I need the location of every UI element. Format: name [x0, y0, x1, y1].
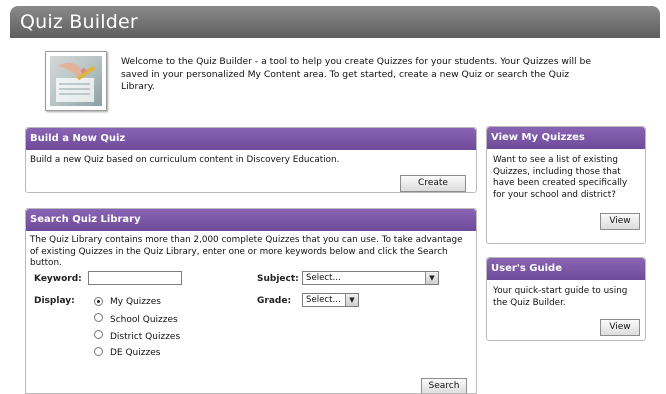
radio-school-quizzes[interactable] [94, 313, 103, 322]
view-quizzes-panel: View My Quizzes Want to see a list of ex… [486, 126, 646, 244]
users-guide-view-button[interactable]: View [600, 319, 640, 336]
chevron-down-icon: ▼ [425, 272, 438, 284]
build-quiz-description: Build a new Quiz based on curriculum con… [30, 155, 340, 165]
grade-label: Grade: [257, 296, 292, 306]
radio-label-district-quizzes: District Quizzes [110, 332, 181, 342]
page-title: Quiz Builder [20, 11, 138, 33]
subject-label: Subject: [257, 274, 299, 284]
users-guide-description: Your quick-start guide to using the Quiz… [493, 286, 628, 308]
app-header: Quiz Builder [10, 6, 660, 38]
create-new-button[interactable]: Create New [400, 175, 466, 192]
radio-label-school-quizzes: School Quizzes [110, 315, 178, 325]
display-label: Display: [34, 296, 75, 306]
keyword-label: Keyword: [34, 274, 82, 284]
welcome-text: Welcome to the Quiz Builder - a tool to … [121, 56, 591, 92]
subject-select[interactable]: Select... ▼ [302, 271, 439, 285]
radio-de-quizzes[interactable] [94, 347, 103, 356]
users-guide-title: User's Guide [487, 258, 645, 280]
search-button[interactable]: Search [421, 378, 467, 393]
users-guide-panel: User's Guide Your quick-start guide to u… [486, 257, 646, 341]
chevron-down-icon: ▼ [345, 294, 358, 306]
radio-district-quizzes[interactable] [94, 330, 103, 339]
radio-label-de-quizzes: DE Quizzes [110, 348, 161, 358]
view-quizzes-title: View My Quizzes [487, 127, 645, 149]
search-library-description: The Quiz Library contains more than 2,00… [30, 235, 463, 268]
build-quiz-panel: Build a New Quiz Build a new Quiz based … [25, 127, 477, 193]
grade-select[interactable]: Select... ▼ [302, 293, 359, 307]
search-library-panel: Search Quiz Library The Quiz Library con… [25, 208, 477, 394]
view-quizzes-description: Want to see a list of existing Quizzes, … [493, 155, 628, 200]
build-quiz-title: Build a New Quiz [26, 128, 476, 150]
grade-select-value: Select... [306, 295, 341, 305]
search-library-title: Search Quiz Library [26, 209, 476, 231]
keyword-input[interactable] [88, 271, 182, 285]
radio-label-my-quizzes: My Quizzes [110, 297, 161, 307]
subject-select-value: Select... [306, 273, 341, 283]
view-quizzes-button[interactable]: View [600, 213, 640, 230]
pencil-quiz-icon [45, 51, 107, 111]
radio-my-quizzes[interactable] [94, 297, 103, 306]
